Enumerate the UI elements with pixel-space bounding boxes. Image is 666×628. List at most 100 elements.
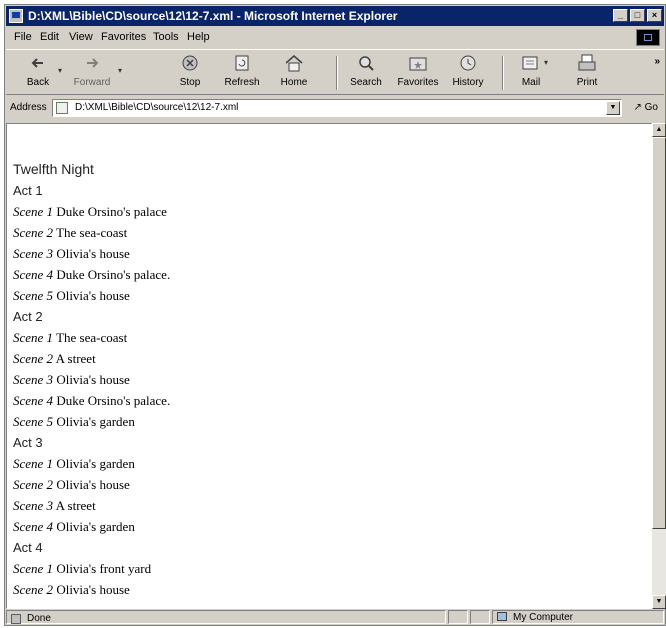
home-icon (283, 53, 305, 73)
address-bar: Address D:\XML\Bible\CD\source\12\12-7.x… (6, 97, 664, 119)
printer-icon (576, 53, 598, 73)
forward-label: Forward (73, 77, 111, 88)
scene-location: Olivia's house (56, 372, 130, 387)
scene-location: Olivia's garden (56, 414, 135, 429)
home-button[interactable]: Home (276, 53, 312, 88)
stop-button[interactable]: Stop (174, 53, 206, 88)
scene-location: Duke Orsino's palace (56, 204, 167, 219)
status-pane: Done (6, 610, 446, 624)
scene-label: Scene 3 (13, 246, 54, 261)
xml-document: Twelfth Night Act 1 Scene 1 Duke Orsino's… (13, 158, 170, 600)
status-text: Done (27, 613, 51, 624)
scroll-down-icon[interactable]: ▼ (652, 595, 666, 609)
scene-label: Scene 2 (13, 225, 54, 240)
scene-line: Scene 2 Olivia's house (13, 474, 170, 495)
refresh-button[interactable]: Refresh (222, 53, 262, 88)
back-button[interactable]: Back (20, 53, 56, 88)
scene-location: Olivia's house (56, 477, 130, 492)
scene-line: Scene 1 Olivia's front yard (13, 558, 170, 579)
scroll-thumb[interactable] (652, 137, 666, 529)
scene-label: Scene 5 (13, 288, 54, 303)
search-icon (355, 53, 377, 73)
scene-line: Scene 4 Duke Orsino's palace. (13, 264, 170, 285)
scene-line: Scene 3 Olivia's house (13, 369, 170, 390)
mail-icon (520, 53, 542, 73)
menu-view[interactable]: View (69, 27, 93, 47)
act-heading: Act 3 (13, 435, 43, 450)
print-label: Print (576, 77, 598, 88)
forward-dropdown-icon[interactable]: ▾ (118, 66, 122, 75)
refresh-icon (231, 53, 253, 73)
favorites-folder-icon (407, 53, 429, 73)
search-label: Search (350, 77, 382, 88)
act-heading: Act 4 (13, 540, 43, 555)
scene-label: Scene 1 (13, 456, 54, 471)
scene-line: Scene 4 Duke Orsino's palace. (13, 390, 170, 411)
scene-line: Scene 2 A street (13, 348, 170, 369)
print-button[interactable]: Print (572, 53, 602, 88)
menu-edit[interactable]: Edit (40, 27, 59, 47)
menu-help[interactable]: Help (187, 27, 210, 47)
scene-label: Scene 1 (13, 561, 54, 576)
act-heading: Act 2 (13, 309, 43, 324)
scene-location: Olivia's garden (56, 519, 135, 534)
scene-location: Olivia's house (56, 288, 130, 303)
menu-favorites[interactable]: Favorites (101, 27, 146, 47)
page-content[interactable]: Twelfth Night Act 1 Scene 1 Duke Orsino's… (6, 123, 652, 609)
toolbar-separator (336, 56, 338, 90)
scene-label: Scene 1 (13, 204, 54, 219)
history-button[interactable]: History (448, 53, 488, 88)
scene-label: Scene 4 (13, 519, 54, 534)
scene-location: Olivia's house (56, 246, 130, 261)
play-title: Twelfth Night (13, 161, 94, 177)
scroll-up-icon[interactable]: ▲ (652, 123, 666, 137)
mail-button[interactable]: Mail (516, 53, 546, 88)
window-controls: _ □ × (613, 9, 662, 22)
scene-label: Scene 4 (13, 393, 54, 408)
menu-tools[interactable]: Tools (153, 27, 179, 47)
close-button[interactable]: × (647, 9, 662, 22)
scene-label: Scene 5 (13, 414, 54, 429)
ie-app-icon[interactable] (9, 9, 23, 23)
vertical-scrollbar[interactable]: ▲ ▼ (652, 123, 666, 609)
status-bar: Done My Computer (6, 609, 664, 625)
go-label: Go (644, 102, 658, 113)
history-icon (457, 53, 479, 73)
title-bar[interactable]: D:\XML\Bible\CD\source\12\12-7.xml - Mic… (6, 6, 664, 26)
stop-label: Stop (179, 77, 201, 88)
maximize-button[interactable]: □ (630, 9, 645, 22)
address-url: D:\XML\Bible\CD\source\12\12-7.xml (75, 102, 239, 113)
address-input[interactable]: D:\XML\Bible\CD\source\12\12-7.xml ▼ (52, 99, 622, 117)
forward-button[interactable]: Forward (70, 53, 114, 88)
menu-bar: File Edit View Favorites Tools Help (6, 27, 664, 47)
window-title: D:\XML\Bible\CD\source\12\12-7.xml - Mic… (28, 9, 398, 23)
back-dropdown-icon[interactable]: ▾ (58, 66, 62, 75)
act-heading: Act 1 (13, 183, 43, 198)
scene-line: Scene 2 The sea-coast (13, 222, 170, 243)
xml-page-icon (56, 102, 68, 114)
scene-label: Scene 2 (13, 477, 54, 492)
scene-location: Duke Orsino's palace. (56, 393, 171, 408)
menu-file[interactable]: File (14, 27, 32, 47)
scene-label: Scene 2 (13, 582, 54, 597)
search-button[interactable]: Search (346, 53, 386, 88)
scene-line: Scene 3 A street (13, 495, 170, 516)
status-pane-blank (470, 610, 490, 624)
forward-arrow-icon (81, 53, 103, 73)
scene-label: Scene 2 (13, 351, 54, 366)
scene-location: A street (55, 498, 96, 513)
mail-label: Mail (521, 77, 541, 88)
browser-window: D:\XML\Bible\CD\source\12\12-7.xml - Mic… (4, 4, 666, 626)
address-dropdown-icon[interactable]: ▼ (606, 101, 620, 115)
scene-location: Olivia's house (56, 582, 130, 597)
scene-location: Duke Orsino's palace. (56, 267, 171, 282)
toolbar-overflow-chevron-icon[interactable]: » (654, 56, 660, 67)
scene-line: Scene 1 Duke Orsino's palace (13, 201, 170, 222)
go-button[interactable]: ↗ Go (633, 97, 658, 119)
scene-location: Olivia's front yard (56, 561, 152, 576)
mail-dropdown-icon[interactable]: ▾ (544, 58, 548, 67)
favorites-button[interactable]: Favorites (396, 53, 440, 88)
minimize-button[interactable]: _ (613, 9, 628, 22)
go-arrow-icon: ↗ (633, 102, 642, 113)
back-label: Back (26, 77, 50, 88)
